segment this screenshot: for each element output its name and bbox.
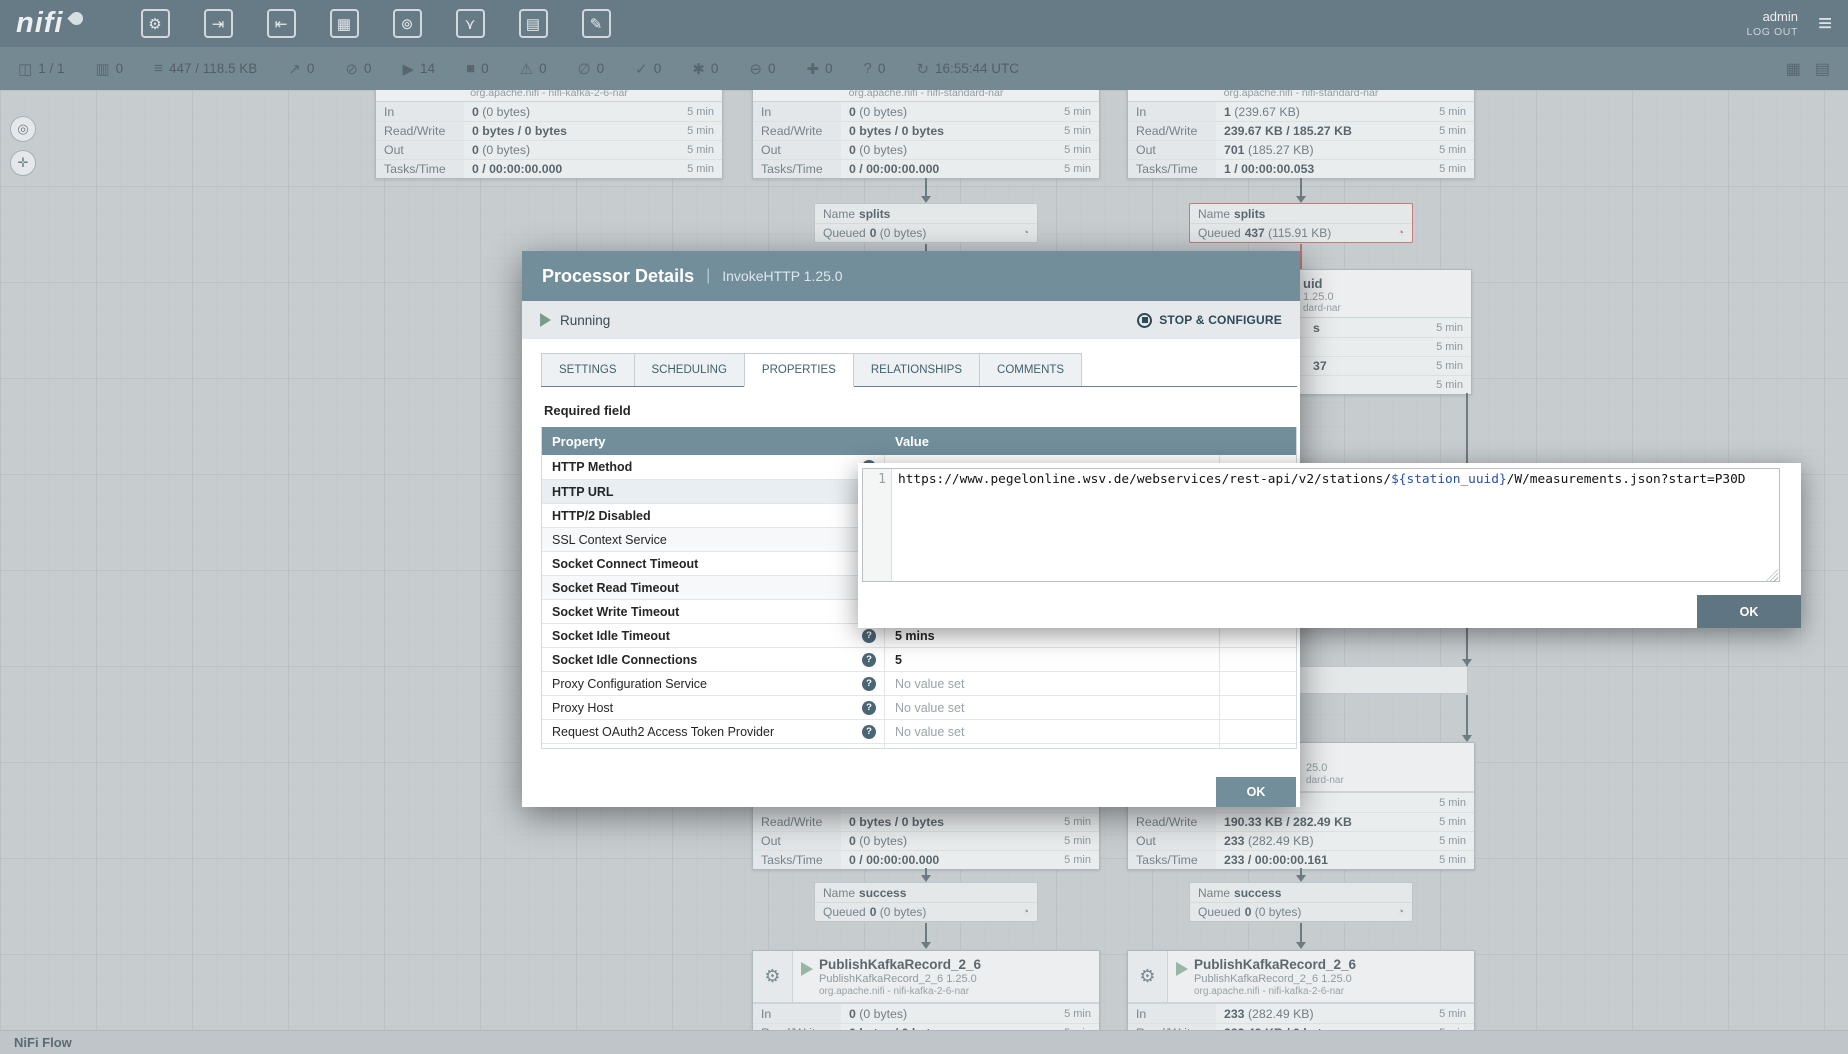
editor-ok-button[interactable]: OK bbox=[1697, 595, 1801, 628]
help-icon[interactable]: ? bbox=[862, 701, 876, 715]
tab-relationships[interactable]: RELATIONSHIPS bbox=[853, 353, 980, 386]
help-icon[interactable]: ? bbox=[862, 725, 876, 739]
expression-language-token: ${station_uuid} bbox=[1391, 472, 1507, 487]
property-name: HTTP Method bbox=[552, 460, 632, 474]
dialog-tabs: SETTINGSSCHEDULINGPROPERTIESRELATIONSHIP… bbox=[541, 353, 1297, 387]
property-value[interactable]: No value set bbox=[885, 744, 1220, 749]
property-value[interactable]: 5 bbox=[885, 648, 1220, 671]
value-editor[interactable]: 1 https://www.pegelonline.wsv.de/webserv… bbox=[862, 468, 1780, 582]
tab-properties[interactable]: PROPERTIES bbox=[744, 353, 854, 387]
property-row[interactable]: Socket Idle Connections ? 5 bbox=[542, 647, 1296, 671]
help-icon[interactable]: ? bbox=[862, 677, 876, 691]
property-name: Socket Connect Timeout bbox=[552, 557, 698, 571]
property-name: Socket Idle Timeout bbox=[552, 629, 670, 643]
dialog-title: Processor Details bbox=[542, 266, 694, 287]
property-name: Proxy Host bbox=[552, 701, 613, 715]
help-icon[interactable]: ? bbox=[862, 653, 876, 667]
title-separator: | bbox=[706, 267, 710, 285]
value-editor-input[interactable]: https://www.pegelonline.wsv.de/webservic… bbox=[892, 469, 1779, 581]
nifi-app: nifi ⚙⇥⇤▦⊚⋎▤✎ admin LOG OUT ≡ ◫ 1 / 1 ▥ … bbox=[0, 0, 1848, 1054]
property-name: Request OAuth2 Access Token Provider bbox=[552, 725, 774, 739]
processor-status-row: Running STOP & CONFIGURE bbox=[522, 301, 1300, 339]
property-name: Socket Idle Connections bbox=[552, 653, 697, 667]
property-name: Proxy Configuration Service bbox=[552, 677, 707, 691]
running-state-icon bbox=[540, 313, 551, 327]
property-row[interactable]: Proxy Host ? No value set bbox=[542, 695, 1296, 719]
property-name: HTTP/2 Disabled bbox=[552, 509, 651, 523]
required-field-label: Required field bbox=[544, 403, 1300, 418]
column-property: Property bbox=[542, 434, 885, 449]
property-value[interactable]: No value set bbox=[885, 672, 1220, 695]
tab-settings[interactable]: SETTINGS bbox=[541, 353, 635, 386]
property-value[interactable]: No value set bbox=[885, 720, 1220, 743]
dialog-subtitle: InvokeHTTP 1.25.0 bbox=[722, 268, 842, 284]
property-row[interactable]: ? No value set bbox=[542, 743, 1296, 749]
line-number-gutter: 1 bbox=[863, 469, 892, 581]
run-status-text: Running bbox=[560, 313, 610, 328]
stop-configure-button[interactable]: STOP & CONFIGURE bbox=[1137, 313, 1282, 328]
help-icon[interactable]: ? bbox=[862, 749, 876, 750]
column-value: Value bbox=[885, 434, 1296, 449]
property-name: SSL Context Service bbox=[552, 533, 667, 547]
property-row[interactable]: Request OAuth2 Access Token Provider ? N… bbox=[542, 719, 1296, 743]
property-name: HTTP URL bbox=[552, 485, 614, 499]
tab-comments[interactable]: COMMENTS bbox=[979, 353, 1082, 386]
property-row[interactable]: Proxy Configuration Service ? No value s… bbox=[542, 671, 1296, 695]
property-name: Socket Read Timeout bbox=[552, 581, 679, 595]
tab-scheduling[interactable]: SCHEDULING bbox=[634, 353, 745, 386]
value-editor-popup: 1 https://www.pegelonline.wsv.de/webserv… bbox=[858, 463, 1801, 628]
property-name: Socket Write Timeout bbox=[552, 605, 679, 619]
property-value[interactable]: No value set bbox=[885, 696, 1220, 719]
stop-configure-icon bbox=[1137, 313, 1152, 328]
dialog-header: Processor Details | InvokeHTTP 1.25.0 bbox=[522, 251, 1300, 301]
properties-table-header: Property Value bbox=[542, 427, 1296, 455]
help-icon[interactable]: ? bbox=[862, 629, 876, 643]
dialog-ok-button[interactable]: OK bbox=[1216, 777, 1296, 807]
